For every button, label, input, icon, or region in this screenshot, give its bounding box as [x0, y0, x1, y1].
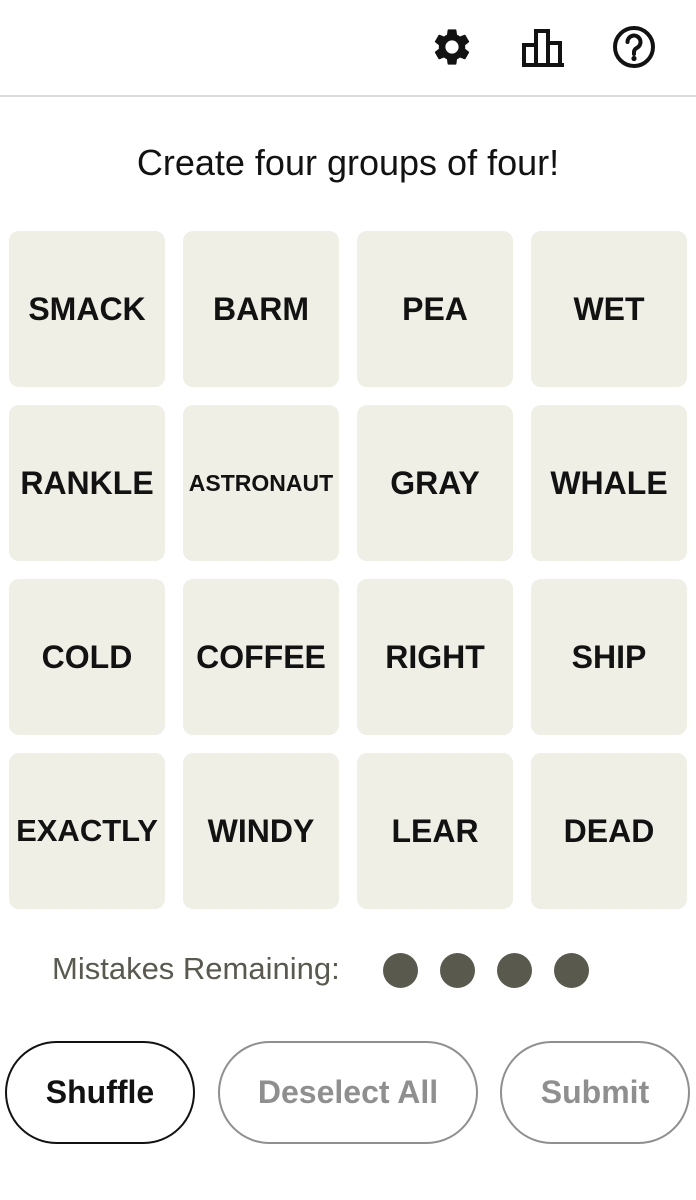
top-bar — [0, 0, 696, 97]
word-tile[interactable]: PEA — [357, 231, 513, 387]
word-grid: SMACK BARM PEA WET RANKLE ASTRONAUT GRAY… — [9, 231, 687, 909]
word-tile[interactable]: WET — [531, 231, 687, 387]
word-tile[interactable]: COFFEE — [183, 579, 339, 735]
stats-icon[interactable] — [520, 24, 566, 70]
word-tile[interactable]: DEAD — [531, 753, 687, 909]
word-tile[interactable]: SMACK — [9, 231, 165, 387]
word-tile[interactable]: ASTRONAUT — [183, 405, 339, 561]
mistakes-label: Mistakes Remaining: — [52, 951, 340, 986]
mistake-dot — [383, 953, 418, 988]
word-tile[interactable]: BARM — [183, 231, 339, 387]
instructions-text: Create four groups of four! — [136, 142, 560, 183]
deselect-all-button[interactable]: Deselect All — [218, 1041, 478, 1144]
word-tile[interactable]: SHIP — [531, 579, 687, 735]
word-tile[interactable]: COLD — [9, 579, 165, 735]
word-tile[interactable]: EXACTLY — [9, 753, 165, 909]
submit-button[interactable]: Submit — [500, 1041, 690, 1144]
word-tile[interactable]: RIGHT — [357, 579, 513, 735]
word-tile[interactable]: RANKLE — [9, 405, 165, 561]
gear-icon[interactable] — [429, 24, 475, 70]
word-tile[interactable]: WINDY — [183, 753, 339, 909]
mistake-dot — [440, 953, 475, 988]
word-tile[interactable]: LEAR — [357, 753, 513, 909]
word-tile[interactable]: WHALE — [531, 405, 687, 561]
mistake-dot — [554, 953, 589, 988]
word-tile[interactable]: GRAY — [357, 405, 513, 561]
help-icon[interactable] — [611, 24, 657, 70]
mistake-dot — [497, 953, 532, 988]
shuffle-button[interactable]: Shuffle — [5, 1041, 195, 1144]
mistakes-remaining: Mistakes Remaining: — [0, 948, 696, 994]
